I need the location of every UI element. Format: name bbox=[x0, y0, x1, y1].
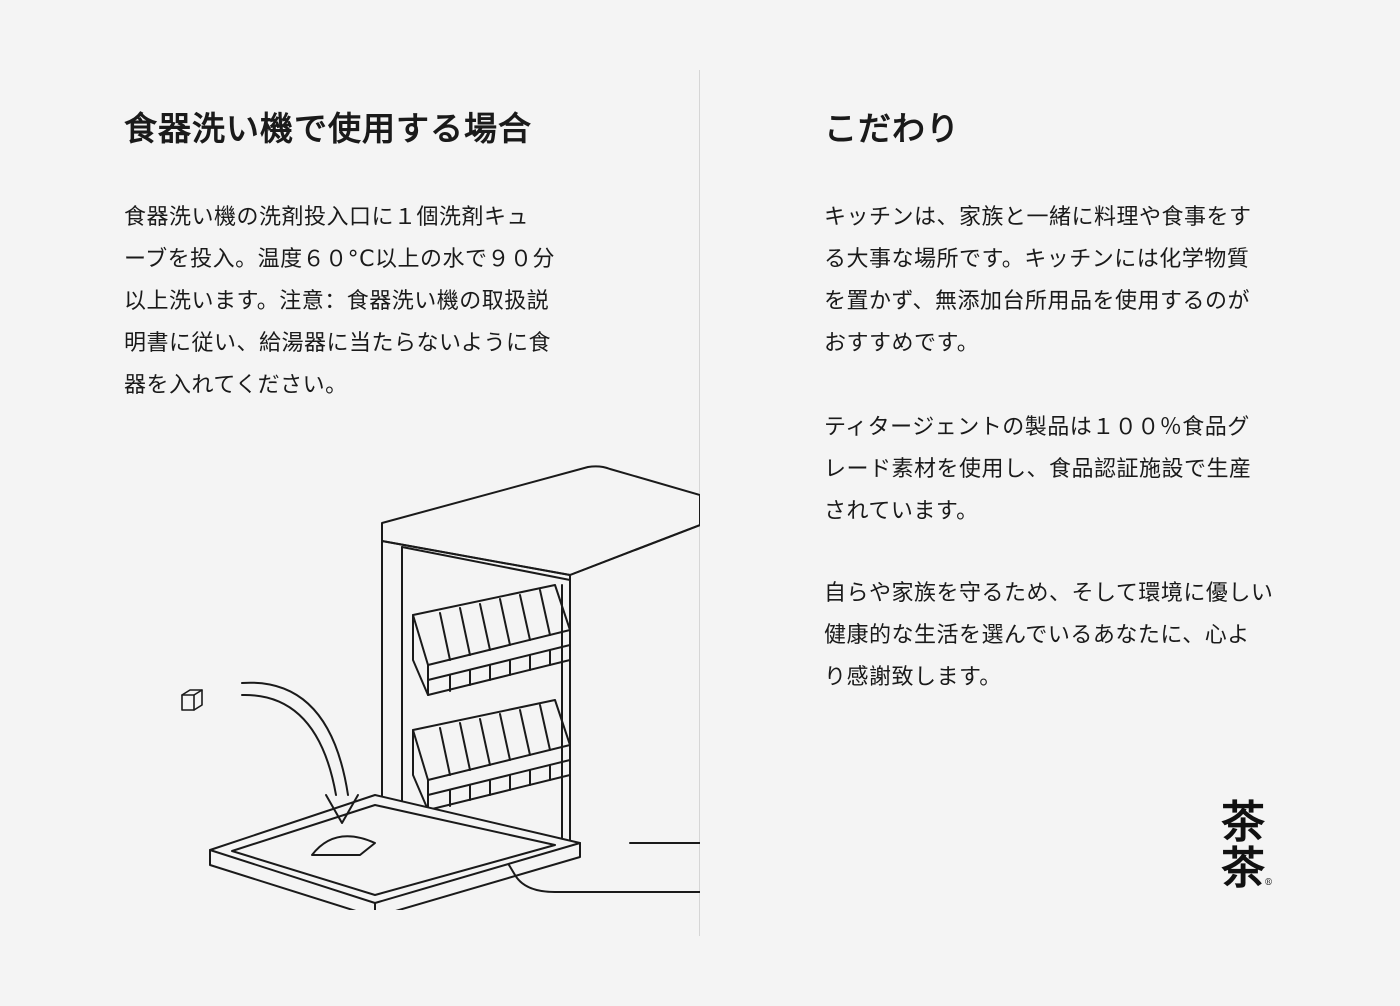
text-line: おすすめです。 bbox=[824, 331, 980, 356]
dishwasher-door bbox=[209, 794, 581, 910]
text-line: 明書に従い、給湯器に当たらないように食 bbox=[124, 331, 552, 356]
dishwasher-top bbox=[381, 465, 700, 576]
text-line: 器を入れてください。 bbox=[124, 373, 348, 398]
text-line: を置かず、無添加台所用品を使用するのが bbox=[824, 289, 1250, 314]
text-line: 食器洗い機の洗剤投入口に１個洗剤キュ bbox=[124, 205, 530, 230]
dishwasher-usage-heading: 食器洗い機で使用する場合 bbox=[124, 109, 532, 148]
registered-mark: ® bbox=[1264, 878, 1273, 888]
curved-arrow-icon bbox=[241, 681, 359, 824]
logo-char-top: 茶 bbox=[1221, 797, 1265, 848]
commitment-heading: こだわり bbox=[824, 109, 960, 148]
text-line: ーブを投入。温度６０°C以上の水で９０分 bbox=[124, 247, 556, 272]
text-line: り感謝致します。 bbox=[824, 665, 1002, 690]
text-line: る大事な場所です。キッチンには化学物質 bbox=[824, 247, 1250, 272]
text-line: レード素材を使用し、食品認証施設で生産 bbox=[824, 457, 1252, 482]
upper-rack bbox=[412, 584, 571, 696]
text-line: 以上洗います。注意：食器洗い機の取扱説 bbox=[124, 289, 550, 314]
dishwasher-usage-text: 食器洗い機の洗剤投入口に１個洗剤キュ ーブを投入。温度６０°C以上の水で９０分 … bbox=[124, 197, 584, 407]
text-line: 自らや家族を守るため、そして環境に優しい bbox=[824, 581, 1274, 606]
text-line: ティタージェントの製品は１００％食品グ bbox=[824, 415, 1250, 440]
text-line: されています。 bbox=[824, 499, 979, 524]
detergent-cube-icon bbox=[181, 689, 203, 711]
lower-rack bbox=[412, 699, 571, 811]
logo-char-bottom: 茶 bbox=[1221, 843, 1265, 894]
commitment-paragraph-2: ティタージェントの製品は１００％食品グ レード素材を使用し、食品認証施設で生産 … bbox=[824, 407, 1284, 533]
commitment-paragraph-1: キッチンは、家族と一緒に料理や食事をす る大事な場所です。キッチンには化学物質 … bbox=[824, 197, 1284, 365]
dishwasher-illustration bbox=[181, 465, 700, 910]
text-line: キッチンは、家族と一緒に料理や食事をす bbox=[824, 205, 1252, 230]
brand-logo: 茶 茶 ® bbox=[1218, 797, 1273, 894]
text-line: 健康的な生活を選んでいるあなたに、心よ bbox=[824, 623, 1250, 648]
commitment-paragraph-3: 自らや家族を守るため、そして環境に優しい 健康的な生活を選んでいるあなたに、心よ… bbox=[824, 573, 1284, 699]
